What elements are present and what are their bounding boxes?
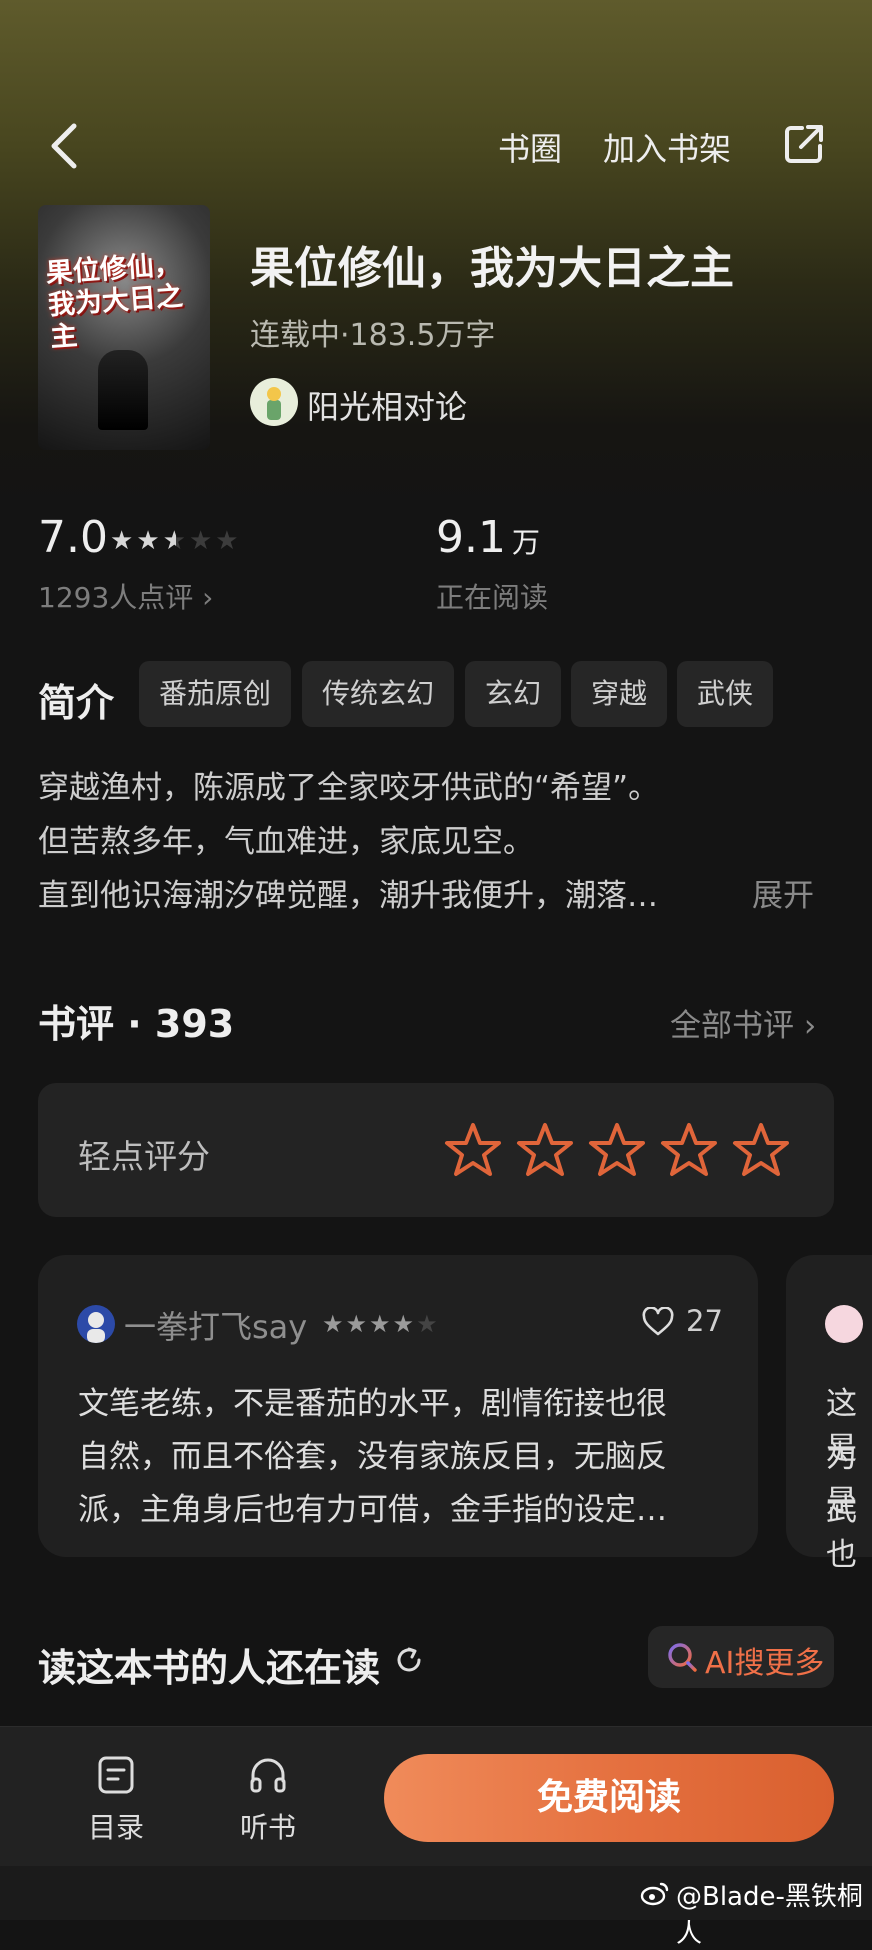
heart-icon[interactable] [642,1307,674,1337]
tag-item[interactable]: 穿越 [571,661,668,727]
rate-star-icon[interactable] [660,1122,718,1178]
like-count: 27 [686,1304,723,1338]
ai-search-label: AI搜更多 [705,1646,825,1681]
tag-item[interactable]: 玄幻 [465,661,562,727]
star-icon: ★ [345,1310,370,1338]
all-reviews-label: 全部书评 [670,1008,794,1044]
tag-item[interactable]: 武侠 [677,661,774,727]
rate-star-icon[interactable] [516,1122,574,1178]
chevron-right-icon: › [202,581,214,614]
tag-item[interactable]: 番茄原创 [139,661,292,727]
reviewer-avatar-icon [87,1312,105,1343]
star-icon: ★ [369,1310,393,1338]
readers-count: 9.1 万 [436,512,540,563]
author-avatar-icon [267,387,281,420]
share-icon[interactable] [782,122,826,166]
rate-star-icon[interactable] [444,1122,502,1178]
readers-value: 9.1 [436,512,506,563]
also-reading-title: 读这本书的人还在读 [38,1646,381,1690]
back-icon[interactable] [44,120,88,172]
author-name[interactable]: 阳光相对论 [307,382,467,428]
ai-search-icon [668,1643,697,1672]
book-title: 果位修仙，我为大日之主 [250,243,734,294]
cover-figure [98,350,148,430]
toc-label[interactable]: 目录 [88,1806,144,1846]
star-icon: ★ [188,526,216,556]
intro-label: 简介 [38,681,115,725]
star-icon: ★ [110,526,137,556]
toc-icon[interactable] [96,1755,136,1795]
reviews-heading: 书评 · 393 [38,1002,235,1046]
reviewer-avatar[interactable] [77,1305,115,1343]
book-cover[interactable]: 果位修仙，我为大日之主 [38,205,210,450]
reviewer-name[interactable]: 一拳打飞say [124,1302,307,1348]
add-to-shelf-button[interactable]: 加入书架 [603,124,731,170]
expand-button[interactable]: 展开 [752,870,814,915]
all-reviews-link[interactable]: 全部书评 › [670,1000,816,1045]
reviewers-count-label: 1293人点评 [38,581,194,614]
rate-star-icon[interactable] [588,1122,646,1178]
reviewer-avatar[interactable] [825,1305,863,1343]
watermark-text: @Blade-黑铁桐人 [676,1882,863,1949]
headphones-icon[interactable] [248,1755,288,1795]
rating-stars: ★★★★★ [110,526,242,556]
star-icon: ★ [215,526,242,556]
reviewers-count[interactable]: 1293人点评 › [38,576,213,616]
book-status: 连载中·183.5万字 [250,318,496,353]
readers-label: 正在阅读 [436,581,549,614]
review-text-line: 自然，而且不俗套，没有家族反目，无脑反 [78,1439,667,1475]
rate-prompt: 轻点评分 [78,1137,210,1176]
review-text-line: 派，主角身后也有力可借，金手指的设定… [78,1492,667,1528]
listen-label[interactable]: 听书 [240,1806,296,1846]
review-stars: ★★★★★ [322,1310,440,1338]
weibo-icon [640,1882,669,1906]
star-icon: ★ [136,526,163,556]
book-circle-button[interactable]: 书圈 [498,124,562,170]
rate-star-icon[interactable] [732,1122,790,1178]
review-text-line: 武也 [826,1492,857,1573]
star-icon: ★ [322,1310,346,1338]
chevron-right-icon: › [803,1008,817,1044]
tag-item[interactable]: 传统玄幻 [302,661,455,727]
review-text-line: 文笔老练，不是番茄的水平，剧情衔接也很 [78,1386,667,1422]
rating-score: 7.0 [38,512,108,563]
refresh-icon[interactable] [394,1645,424,1675]
star-icon: ★ [392,1310,417,1338]
cover-title: 果位修仙，我为大日之主 [44,249,184,354]
star-icon: ★ [416,1310,440,1338]
star-icon: ★ [162,526,189,556]
readers-unit: 万 [511,526,540,559]
author-avatar[interactable] [250,378,298,426]
intro-text-line: 直到他识海潮汐碑觉醒，潮升我便升，潮落… [38,878,658,914]
intro-text-line: 但苦熬多年，气血难进，家底见空。 [38,824,534,860]
intro-text-line: 穿越渔村，陈源成了全家咬牙供武的“希望”。 [38,770,660,806]
free-read-button[interactable]: 免费阅读 [384,1754,834,1842]
